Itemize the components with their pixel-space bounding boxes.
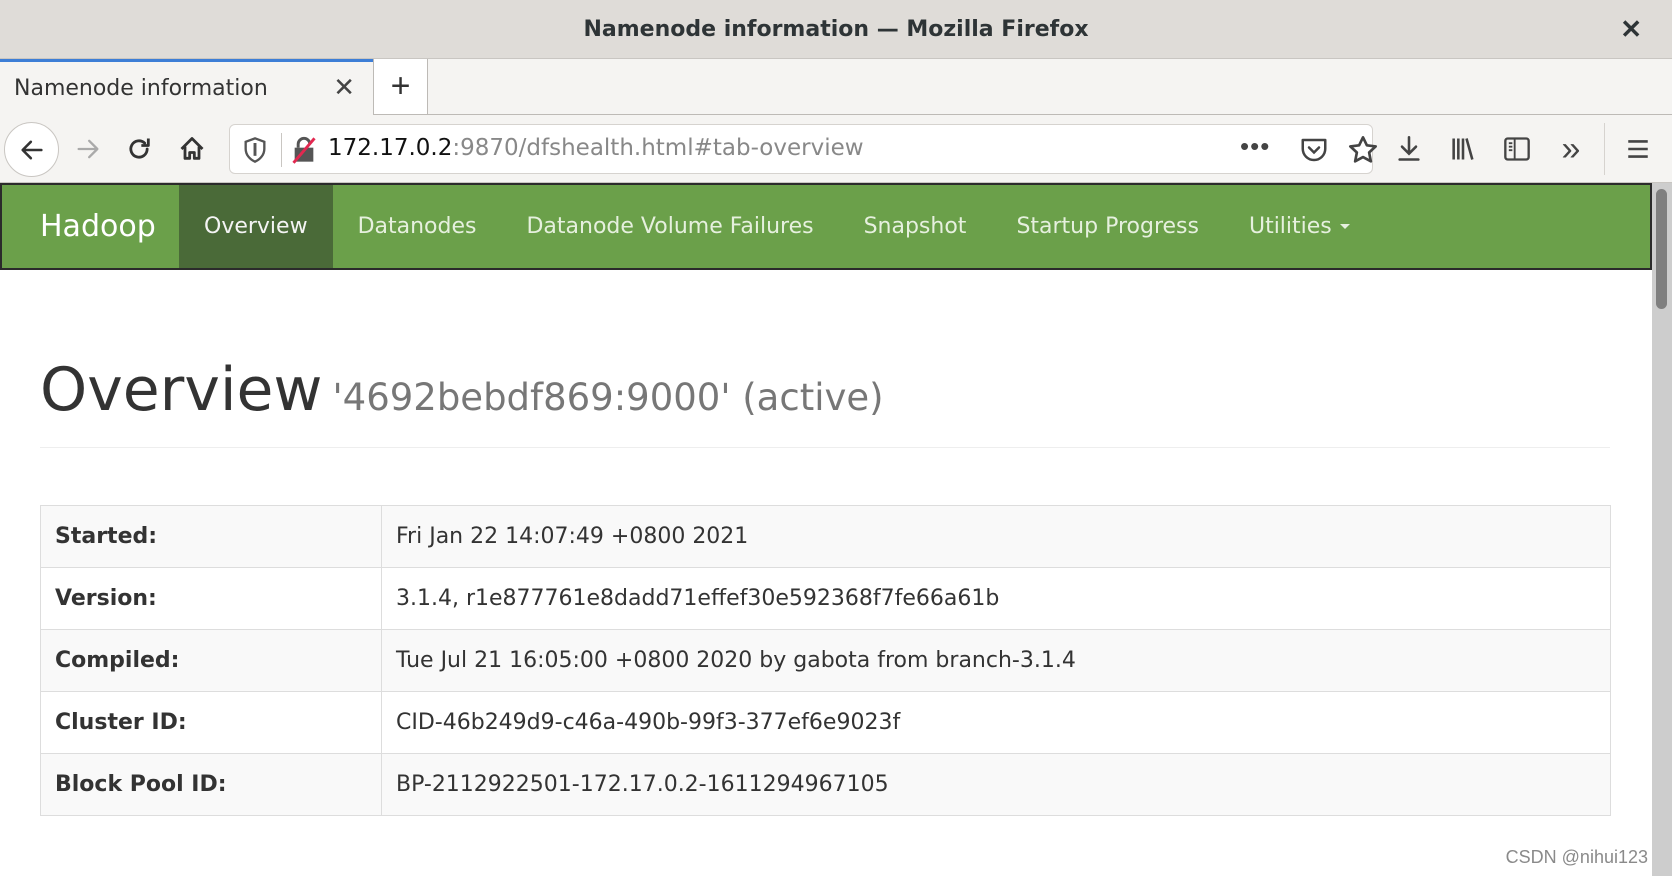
row-value: BP-2112922501-172.17.0.2-1611294967105	[381, 753, 1611, 816]
nav-overview[interactable]: Overview	[179, 185, 333, 268]
hadoop-brand-link[interactable]: Hadoop	[2, 185, 179, 268]
sidebar-icon	[1504, 137, 1530, 161]
window-close-icon[interactable]: ✕	[1620, 14, 1642, 45]
overview-table: Started: Fri Jan 22 14:07:49 +0800 2021 …	[40, 505, 1611, 816]
window-title: Namenode information — Mozilla Firefox	[583, 16, 1089, 42]
url-host: 172.17.0.2	[328, 135, 453, 161]
library-button[interactable]	[1443, 129, 1483, 169]
tab-label: Namenode information	[14, 76, 268, 101]
nav-snapshot[interactable]: Snapshot	[839, 185, 992, 268]
sidebar-button[interactable]	[1497, 129, 1537, 169]
row-value: Fri Jan 22 14:07:49 +0800 2021	[381, 505, 1611, 568]
nav-startup-progress[interactable]: Startup Progress	[991, 185, 1224, 268]
tab-close-icon[interactable]: ✕	[333, 72, 355, 103]
watermark: CSDN @nihui123	[1505, 847, 1648, 867]
reload-icon	[129, 138, 150, 159]
forward-button[interactable]	[66, 127, 110, 171]
back-icon	[20, 140, 43, 159]
url-separator	[281, 133, 282, 167]
tab-strip: Namenode information ✕ +	[0, 59, 1672, 115]
hadoop-navbar: Hadoop Overview Datanodes Datanode Volum…	[0, 183, 1652, 270]
page-content: Hadoop Overview Datanodes Datanode Volum…	[0, 183, 1652, 876]
tracking-shield-icon[interactable]	[241, 136, 269, 164]
downloads-button[interactable]	[1389, 129, 1429, 169]
row-value: 3.1.4, r1e877761e8dadd71effef30e592368f7…	[381, 567, 1611, 630]
bookmark-star-icon[interactable]	[1347, 134, 1379, 166]
table-row: Block Pool ID: BP-2112922501-172.17.0.2-…	[40, 753, 1611, 816]
home-icon	[180, 137, 204, 160]
url-text[interactable]: 172.17.0.2:9870/dfshealth.html#tab-overv…	[328, 135, 864, 161]
back-button[interactable]	[4, 122, 59, 177]
navigation-toolbar: 172.17.0.2:9870/dfshealth.html#tab-overv…	[0, 115, 1672, 183]
nav-datanodes[interactable]: Datanodes	[333, 185, 502, 268]
namenode-subtitle: '4692bebdf869:9000' (active)	[332, 376, 884, 419]
page-actions-icon[interactable]: •••	[1240, 131, 1270, 162]
page-title: Overview	[40, 355, 323, 425]
row-value: CID-46b249d9-c46a-490b-99f3-377ef6e9023f	[381, 691, 1611, 754]
caret-down-icon	[1339, 224, 1350, 229]
pocket-icon[interactable]	[1299, 135, 1329, 165]
row-key: Started:	[40, 505, 382, 568]
new-tab-button[interactable]: +	[373, 59, 428, 115]
forward-icon	[77, 139, 99, 159]
row-key: Block Pool ID:	[40, 753, 382, 816]
toolbar-separator	[1604, 123, 1605, 175]
page-header: Overview '4692bebdf869:9000' (active)	[40, 355, 1610, 448]
table-row: Started: Fri Jan 22 14:07:49 +0800 2021	[40, 505, 1611, 568]
insecure-lock-icon[interactable]	[290, 136, 318, 164]
home-button[interactable]	[170, 127, 214, 171]
nav-utilities-label: Utilities	[1248, 214, 1332, 239]
row-key: Compiled:	[40, 629, 382, 692]
library-icon	[1452, 138, 1474, 160]
hamburger-menu-icon	[1628, 140, 1648, 158]
table-row: Version: 3.1.4, r1e877761e8dadd71effef30…	[40, 567, 1611, 630]
tab-namenode-information[interactable]: Namenode information ✕	[0, 59, 373, 115]
row-value: Tue Jul 21 16:05:00 +0800 2020 by gabota…	[381, 629, 1611, 692]
row-key: Version:	[40, 567, 382, 630]
download-icon	[1398, 136, 1420, 161]
nav-utilities-dropdown[interactable]: Utilities	[1224, 185, 1375, 268]
row-key: Cluster ID:	[40, 691, 382, 754]
app-menu-button[interactable]	[1618, 129, 1658, 169]
table-row: Compiled: Tue Jul 21 16:05:00 +0800 2020…	[40, 629, 1611, 692]
table-row: Cluster ID: CID-46b249d9-c46a-490b-99f3-…	[40, 691, 1611, 754]
vertical-scrollbar[interactable]	[1652, 183, 1672, 876]
window-titlebar: Namenode information — Mozilla Firefox ✕	[0, 0, 1672, 59]
reload-button[interactable]	[117, 127, 161, 171]
url-path: :9870/dfshealth.html#tab-overview	[452, 135, 864, 161]
overflow-menu-button[interactable]: »	[1551, 129, 1591, 169]
scrollbar-thumb[interactable]	[1656, 189, 1667, 309]
overflow-icon: »	[1561, 129, 1581, 168]
url-bar[interactable]: 172.17.0.2:9870/dfshealth.html#tab-overv…	[229, 124, 1377, 174]
nav-datanode-volume-failures[interactable]: Datanode Volume Failures	[501, 185, 838, 268]
